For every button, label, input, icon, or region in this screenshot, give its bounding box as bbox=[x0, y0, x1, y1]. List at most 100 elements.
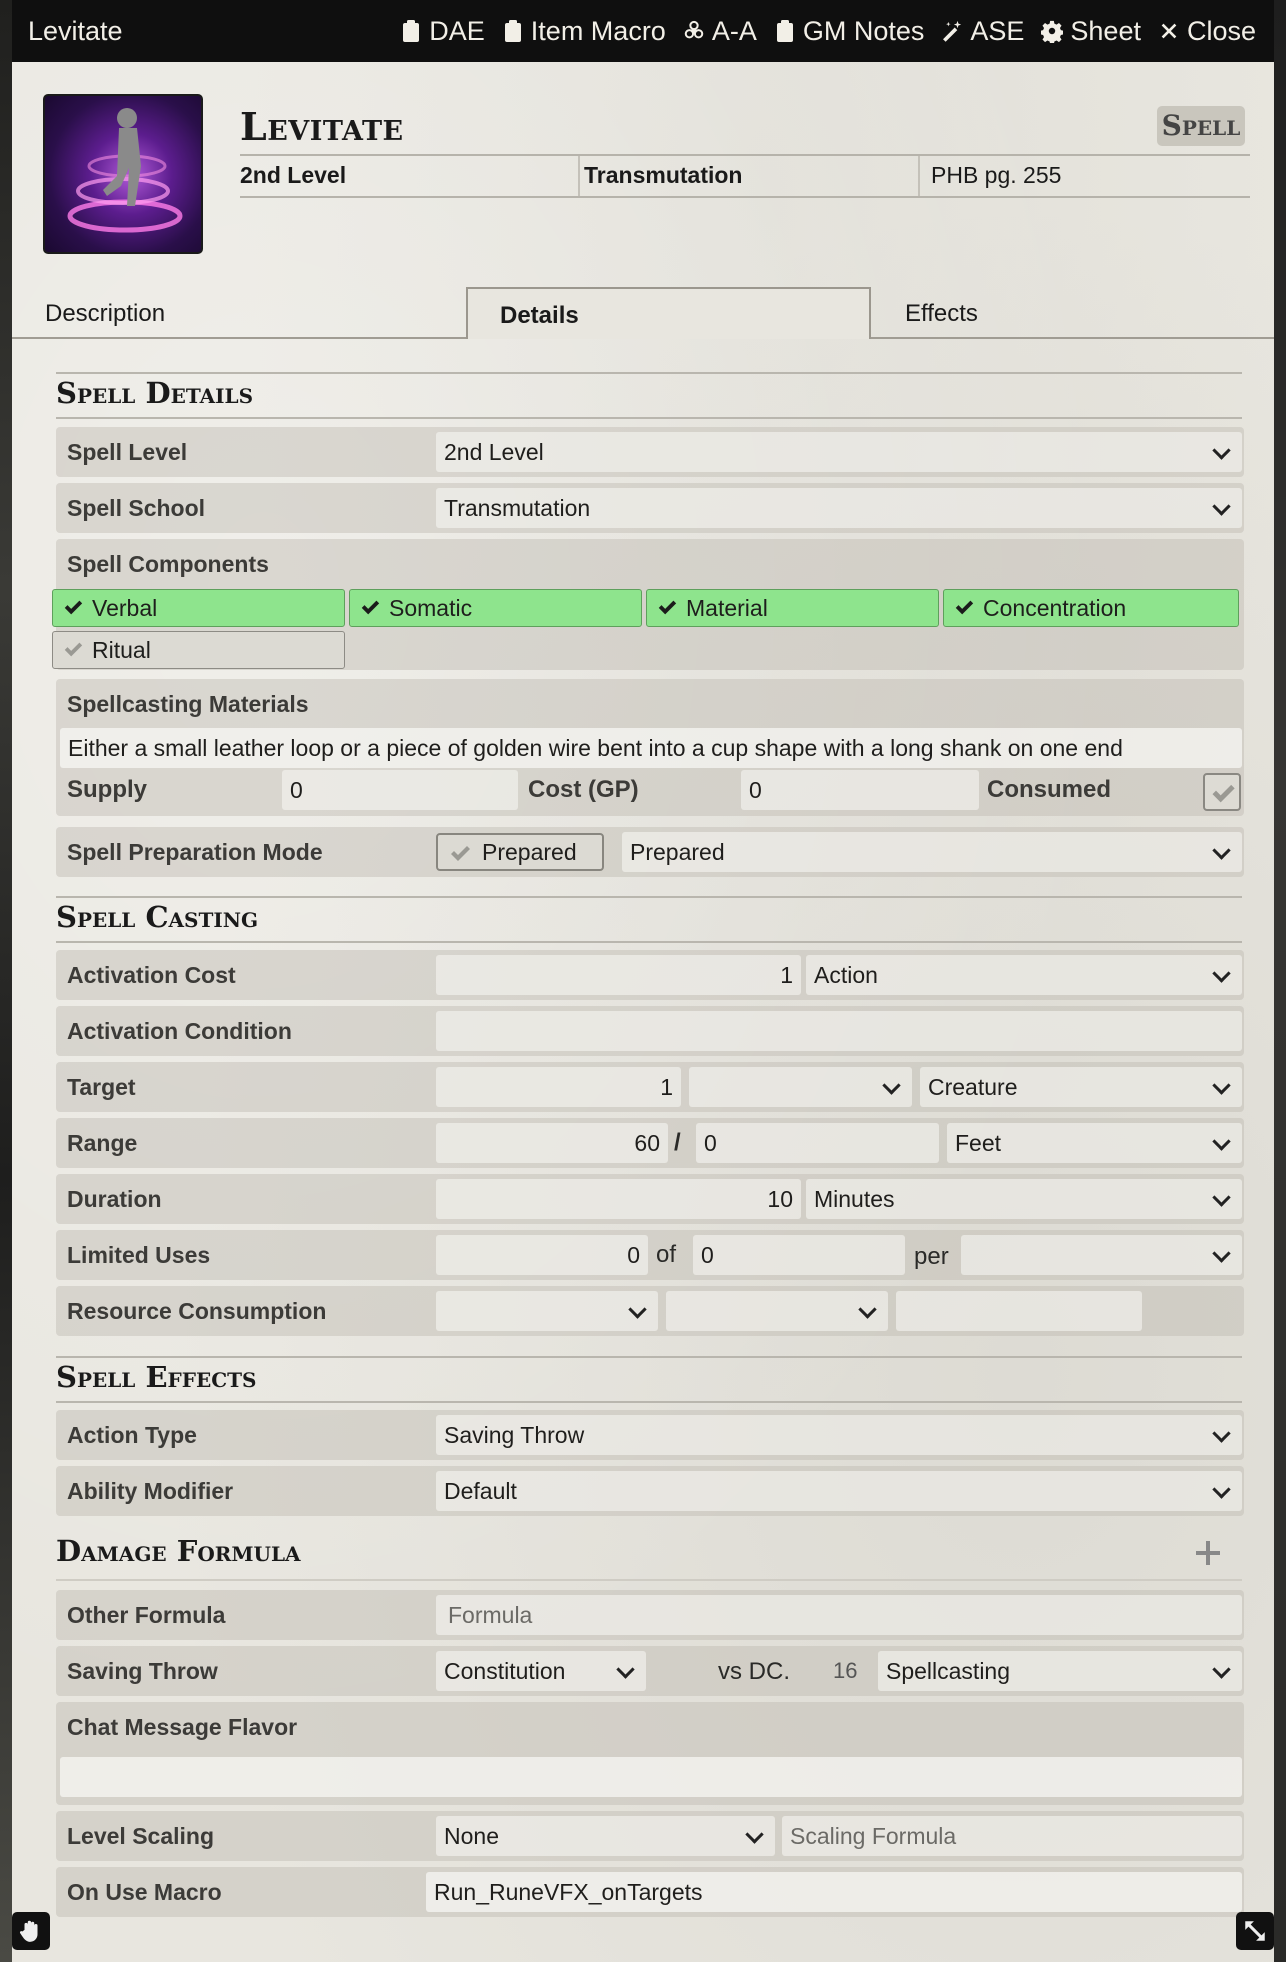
hand-icon[interactable] bbox=[12, 1912, 50, 1950]
chat-flavor-input[interactable] bbox=[60, 1757, 1242, 1797]
dae-button-label: DAE bbox=[429, 15, 485, 46]
gm-notes-button[interactable]: GM Notes bbox=[773, 16, 924, 47]
component-somatic-label: Somatic bbox=[389, 595, 473, 621]
activation-type-select[interactable]: Action bbox=[806, 955, 1242, 995]
supply-input[interactable]: 0 bbox=[282, 770, 518, 810]
component-ritual[interactable]: Ritual bbox=[52, 631, 345, 669]
section-divider bbox=[56, 1401, 1242, 1403]
summary-source[interactable]: PHB pg. 255 bbox=[931, 162, 1061, 189]
header-separator bbox=[578, 156, 580, 196]
resource-consumption-label: Resource Consumption bbox=[67, 1298, 327, 1324]
component-ritual-label: Ritual bbox=[92, 637, 151, 663]
consume-target-select[interactable] bbox=[666, 1291, 888, 1331]
component-concentration[interactable]: Concentration bbox=[943, 589, 1239, 627]
resize-handle-icon[interactable] bbox=[1236, 1912, 1274, 1950]
saving-throw-label: Saving Throw bbox=[67, 1658, 218, 1684]
range-value-input[interactable]: 60 bbox=[436, 1123, 668, 1163]
spell-school-select[interactable]: Transmutation bbox=[436, 488, 1242, 528]
window-title: Levitate bbox=[28, 15, 123, 46]
save-dc-value: 16 bbox=[833, 1658, 858, 1683]
section-divider bbox=[56, 1579, 1242, 1581]
check-icon bbox=[656, 592, 678, 615]
on-use-macro-row: On Use Macro Run_RuneVFX_onTargets bbox=[56, 1867, 1244, 1917]
range-units-select[interactable]: Feet bbox=[947, 1123, 1242, 1163]
range-long-input[interactable]: 0 bbox=[696, 1123, 939, 1163]
component-material-label: Material bbox=[686, 595, 768, 621]
activation-condition-label: Activation Condition bbox=[67, 1018, 292, 1044]
consume-type-select[interactable] bbox=[436, 1291, 658, 1331]
action-type-label: Action Type bbox=[67, 1422, 197, 1448]
close-icon bbox=[1157, 18, 1181, 44]
prepared-toggle[interactable]: Prepared bbox=[436, 833, 604, 871]
duration-units-select[interactable]: Minutes bbox=[806, 1179, 1242, 1219]
uses-of-label: of bbox=[656, 1241, 677, 1268]
a-a-button[interactable]: A-A bbox=[682, 16, 757, 47]
component-material[interactable]: Material bbox=[646, 589, 939, 627]
close-button[interactable]: Close bbox=[1157, 16, 1256, 47]
scaling-formula-input[interactable]: Scaling Formula bbox=[782, 1816, 1242, 1856]
on-use-macro-input[interactable]: Run_RuneVFX_onTargets bbox=[426, 1872, 1242, 1912]
range-separator: / bbox=[674, 1129, 681, 1156]
add-damage-icon[interactable] bbox=[1193, 1538, 1223, 1568]
target-row: Target 1 Creature bbox=[56, 1062, 1244, 1112]
check-icon bbox=[359, 592, 381, 615]
preparation-mode-select[interactable]: Prepared bbox=[622, 832, 1242, 872]
clipboard-icon bbox=[773, 18, 797, 44]
activation-condition-row: Activation Condition bbox=[56, 1006, 1244, 1056]
item-name[interactable]: Levitate bbox=[240, 104, 404, 149]
activation-cost-label: Activation Cost bbox=[67, 962, 236, 988]
level-scaling-label: Level Scaling bbox=[67, 1823, 215, 1849]
action-type-select[interactable]: Saving Throw bbox=[436, 1415, 1242, 1455]
spell-image[interactable] bbox=[43, 94, 203, 254]
section-title-spell-effects: Spell Effects bbox=[56, 1360, 257, 1394]
check-icon bbox=[451, 846, 470, 861]
uses-per-select[interactable] bbox=[961, 1235, 1242, 1275]
tab-details[interactable]: Details bbox=[466, 287, 871, 339]
level-scaling-select[interactable]: None bbox=[436, 1816, 775, 1856]
section-divider bbox=[56, 417, 1242, 419]
cost-label: Cost (GP) bbox=[528, 776, 639, 803]
item-macro-button[interactable]: Item Macro bbox=[501, 16, 666, 47]
duration-value-input[interactable]: 10 bbox=[436, 1179, 801, 1219]
sheet-button-label: Sheet bbox=[1070, 15, 1141, 46]
component-verbal[interactable]: Verbal bbox=[52, 589, 345, 627]
consumed-checkbox[interactable] bbox=[1203, 773, 1241, 811]
activation-cost-input[interactable]: 1 bbox=[436, 955, 801, 995]
sheet-header: Levitate Spell 2nd Level Transmutation P… bbox=[43, 94, 1263, 259]
prepared-toggle-label: Prepared bbox=[482, 839, 577, 865]
item-macro-button-label: Item Macro bbox=[530, 15, 666, 46]
section-title-spell-details: Spell Details bbox=[56, 376, 254, 410]
spellcasting-materials-input[interactable]: Either a small leather loop or a piece o… bbox=[60, 728, 1242, 768]
window-titlebar[interactable]: Levitate DAE Item Macro A-A GM Notes ASE bbox=[12, 0, 1274, 62]
dae-button[interactable]: DAE bbox=[399, 16, 485, 47]
uses-value-input[interactable]: 0 bbox=[436, 1235, 648, 1275]
other-formula-input[interactable]: Formula bbox=[436, 1595, 1242, 1635]
consume-amount-input[interactable] bbox=[896, 1291, 1142, 1331]
target-value-input[interactable]: 1 bbox=[436, 1067, 681, 1107]
close-button-label: Close bbox=[1186, 15, 1256, 46]
target-units-select[interactable] bbox=[689, 1067, 912, 1107]
ability-modifier-select[interactable]: Default bbox=[436, 1471, 1242, 1511]
tab-description[interactable]: Description bbox=[45, 287, 165, 339]
section-divider bbox=[56, 896, 1242, 898]
activation-condition-input[interactable] bbox=[436, 1011, 1242, 1051]
sheet-tabs: Description Details Effects bbox=[12, 287, 1274, 339]
tab-effects[interactable]: Effects bbox=[905, 287, 978, 339]
spell-school-label: Spell School bbox=[67, 495, 206, 521]
component-somatic[interactable]: Somatic bbox=[349, 589, 642, 627]
background-right-strip bbox=[1272, 0, 1286, 1962]
action-type-row: Action Type Saving Throw bbox=[56, 1410, 1244, 1460]
other-formula-row: Other Formula Formula bbox=[56, 1590, 1244, 1640]
save-ability-select[interactable]: Constitution bbox=[436, 1651, 646, 1691]
limited-uses-label: Limited Uses bbox=[67, 1242, 211, 1268]
magic-wand-icon bbox=[940, 18, 964, 44]
section-title-spell-casting: Spell Casting bbox=[56, 900, 259, 934]
sheet-button[interactable]: Sheet bbox=[1040, 16, 1141, 47]
spell-level-select[interactable]: 2nd Level bbox=[436, 432, 1242, 472]
target-type-select[interactable]: Creature bbox=[920, 1067, 1242, 1107]
uses-max-input[interactable]: 0 bbox=[693, 1235, 905, 1275]
section-divider bbox=[56, 1356, 1242, 1358]
ase-button[interactable]: ASE bbox=[940, 16, 1024, 47]
save-scaling-select[interactable]: Spellcasting bbox=[878, 1651, 1242, 1691]
cost-input[interactable]: 0 bbox=[741, 770, 979, 810]
